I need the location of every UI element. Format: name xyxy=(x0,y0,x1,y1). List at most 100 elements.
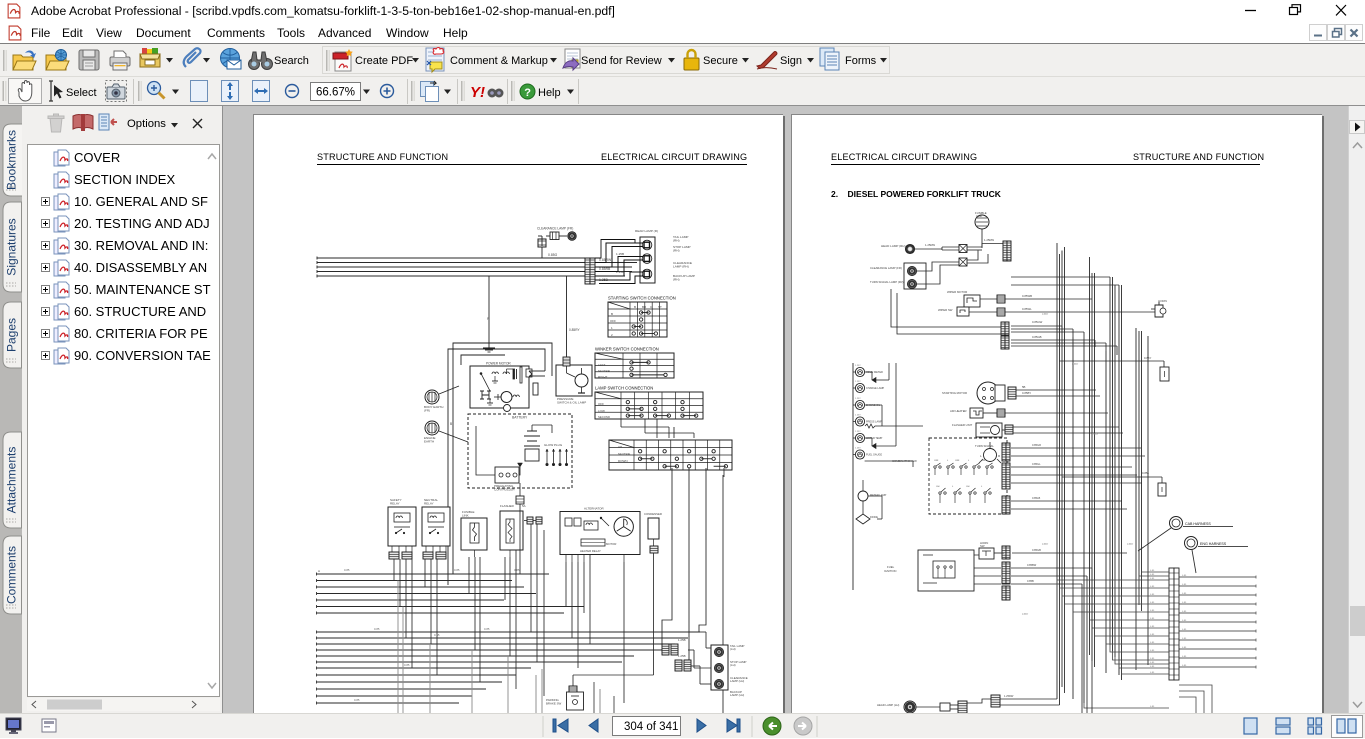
svg-text:5B: 5B xyxy=(1022,385,1026,389)
svg-text:GLOW PLUG: GLOW PLUG xyxy=(544,443,563,447)
svg-text:0.85: 0.85 xyxy=(374,627,380,631)
svg-text:NEUTRAL: NEUTRAL xyxy=(618,452,631,456)
svg-text:POWER MOTOR: POWER MOTOR xyxy=(486,362,511,366)
svg-text:B: B xyxy=(450,422,452,426)
svg-text:0.85: 0.85 xyxy=(454,568,460,572)
svg-text:EARTH: EARTH xyxy=(424,440,434,444)
svg-text:CLEARANCE LAMP (FR): CLEARANCE LAMP (FR) xyxy=(537,227,573,231)
svg-text:0.85Y: 0.85Y xyxy=(1072,363,1079,366)
svg-text:0.85WL: 0.85WL xyxy=(1022,307,1032,311)
svg-text:0.85B: 0.85B xyxy=(1027,579,1034,583)
svg-text:ENGINE OIL: ENGINE OIL xyxy=(866,404,881,407)
svg-text:0.85LB: 0.85LB xyxy=(1032,496,1040,500)
svg-text:1.25Y: 1.25Y xyxy=(855,381,861,383)
svg-text:?: ? xyxy=(524,87,531,99)
svg-text:BRAKE SW: BRAKE SW xyxy=(546,702,562,706)
svg-text:HEAD LAMP (RH): HEAD LAMP (RH) xyxy=(881,244,905,248)
svg-text:0.85GR: 0.85GR xyxy=(1032,443,1041,447)
svg-text:Select: Select xyxy=(66,87,97,99)
svg-text:1.25B: 1.25B xyxy=(678,638,686,642)
svg-text:1.25Y: 1.25Y xyxy=(855,415,861,417)
svg-text:OH: OH xyxy=(936,486,940,488)
svg-text:BATTERY: BATTERY xyxy=(512,416,528,420)
svg-text:L: L xyxy=(981,486,983,488)
svg-text:Help: Help xyxy=(538,87,561,99)
svg-text:LINK: LINK xyxy=(976,214,982,218)
svg-text:ALTERNATOR: ALTERNATOR xyxy=(584,507,605,511)
svg-text:TURN SIGNAL: TURN SIGNAL xyxy=(975,444,994,448)
svg-text:RELAY: RELAY xyxy=(390,502,400,506)
svg-text:0.85: 0.85 xyxy=(484,627,490,631)
svg-text:CLEARANCE LAMP (FR): CLEARANCE LAMP (FR) xyxy=(870,266,902,270)
svg-text:B: B xyxy=(611,312,613,316)
svg-text:LAMP (LH): LAMP (LH) xyxy=(730,679,744,683)
svg-text:HEATER RELAY: HEATER RELAY xyxy=(580,549,601,553)
svg-text:(RH): (RH) xyxy=(673,239,680,243)
svg-text:LEFT: LEFT xyxy=(598,363,606,367)
svg-text:OFF: OFF xyxy=(955,460,960,462)
svg-text:1.25RW: 1.25RW xyxy=(984,238,994,242)
svg-text:1.25Y: 1.25Y xyxy=(855,448,861,450)
svg-text:0.85: 0.85 xyxy=(514,568,520,572)
svg-text:Create PDF: Create PDF xyxy=(355,55,413,67)
svg-text:0.85RY: 0.85RY xyxy=(569,328,580,332)
svg-text:L: L xyxy=(980,454,982,458)
svg-text:FLASHER: FLASHER xyxy=(500,504,515,508)
svg-text:0.85BW: 0.85BW xyxy=(1027,563,1037,567)
svg-text:ENG HARNESS: ENG HARNESS xyxy=(1200,542,1227,546)
svg-text:CONDENSER: CONDENSER xyxy=(644,512,662,516)
svg-text:0.85RB: 0.85RB xyxy=(599,267,611,271)
svg-text:TURN SIGNAL LAMP (FR): TURN SIGNAL LAMP (FR) xyxy=(870,280,903,284)
svg-text:PRESS LAMP: PRESS LAMP xyxy=(866,421,882,424)
svg-text:Comments: Comments xyxy=(5,546,19,604)
svg-text:RIGHT: RIGHT xyxy=(598,375,608,379)
svg-text:CONTROLLER: CONTROLLER xyxy=(494,488,515,492)
svg-text:(LH): (LH) xyxy=(730,647,736,651)
svg-text:ST: ST xyxy=(658,305,662,309)
svg-text:B: B xyxy=(634,305,636,309)
svg-text:Attachments: Attachments xyxy=(5,447,19,514)
svg-text:0.85Y: 0.85Y xyxy=(1022,613,1029,616)
svg-text:OFF: OFF xyxy=(610,319,616,323)
svg-text:LAMP (LH): LAMP (LH) xyxy=(730,693,744,697)
svg-text:0.85: 0.85 xyxy=(354,698,360,702)
svg-text:0.85GL: 0.85GL xyxy=(1032,462,1041,466)
svg-text:SECOND: SECOND xyxy=(598,415,610,419)
svg-text:REAR LAMP (R): REAR LAMP (R) xyxy=(635,229,658,233)
svg-text:0.85GW: 0.85GW xyxy=(1032,320,1043,324)
svg-text:LAMP (RH): LAMP (RH) xyxy=(673,265,689,269)
svg-text:304 of 341: 304 of 341 xyxy=(624,721,678,733)
svg-text:(RH): (RH) xyxy=(673,278,680,282)
svg-text:Forms: Forms xyxy=(845,55,877,67)
svg-text:Send for Review: Send for Review xyxy=(581,55,662,67)
svg-text:0.85GB: 0.85GB xyxy=(1032,548,1041,552)
svg-text:LOW: LOW xyxy=(598,409,605,413)
svg-text:A: A xyxy=(318,569,320,573)
svg-text:LAMP SWITCH CONNECTION: LAMP SWITCH CONNECTION xyxy=(595,386,653,391)
svg-text:MOTOR: MOTOR xyxy=(606,542,616,546)
svg-text:0.85: 0.85 xyxy=(344,568,350,572)
svg-text:SWITCH & OIL LAMP: SWITCH & OIL LAMP xyxy=(557,401,586,405)
svg-text:1.25B: 1.25B xyxy=(616,252,624,256)
svg-text:CHARGE LAMP: CHARGE LAMP xyxy=(866,387,885,390)
svg-text:STARTING MOTOR: STARTING MOTOR xyxy=(942,391,967,395)
svg-text:HEAD LAMP (LH): HEAD LAMP (LH) xyxy=(877,703,899,707)
svg-text:1.25B: 1.25B xyxy=(678,654,686,658)
svg-text:Secure: Secure xyxy=(703,55,738,67)
svg-text:1.25Y: 1.25Y xyxy=(855,365,861,367)
svg-text:CAB HARNESS: CAB HARNESS xyxy=(1185,522,1211,526)
svg-text:Y!: Y! xyxy=(470,84,485,101)
svg-text:0.85Y: 0.85Y xyxy=(1127,543,1134,546)
svg-text:LINK: LINK xyxy=(462,514,469,518)
svg-text:COMBINATION SW: COMBINATION SW xyxy=(892,459,917,463)
svg-text:Comment & Markup: Comment & Markup xyxy=(450,55,548,67)
svg-text:1.25RW: 1.25RW xyxy=(1004,694,1014,698)
svg-text:WATER TEMP: WATER TEMP xyxy=(866,437,883,440)
svg-text:(RH): (RH) xyxy=(673,249,680,253)
svg-text:Sign: Sign xyxy=(780,55,802,67)
svg-text:AIR HEATER: AIR HEATER xyxy=(950,409,967,413)
svg-text:0.85GB: 0.85GB xyxy=(1032,335,1042,339)
svg-text:OFF: OFF xyxy=(598,402,604,406)
svg-text:0.85: 0.85 xyxy=(404,663,410,667)
svg-text:NEUTRAL: NEUTRAL xyxy=(598,369,611,373)
